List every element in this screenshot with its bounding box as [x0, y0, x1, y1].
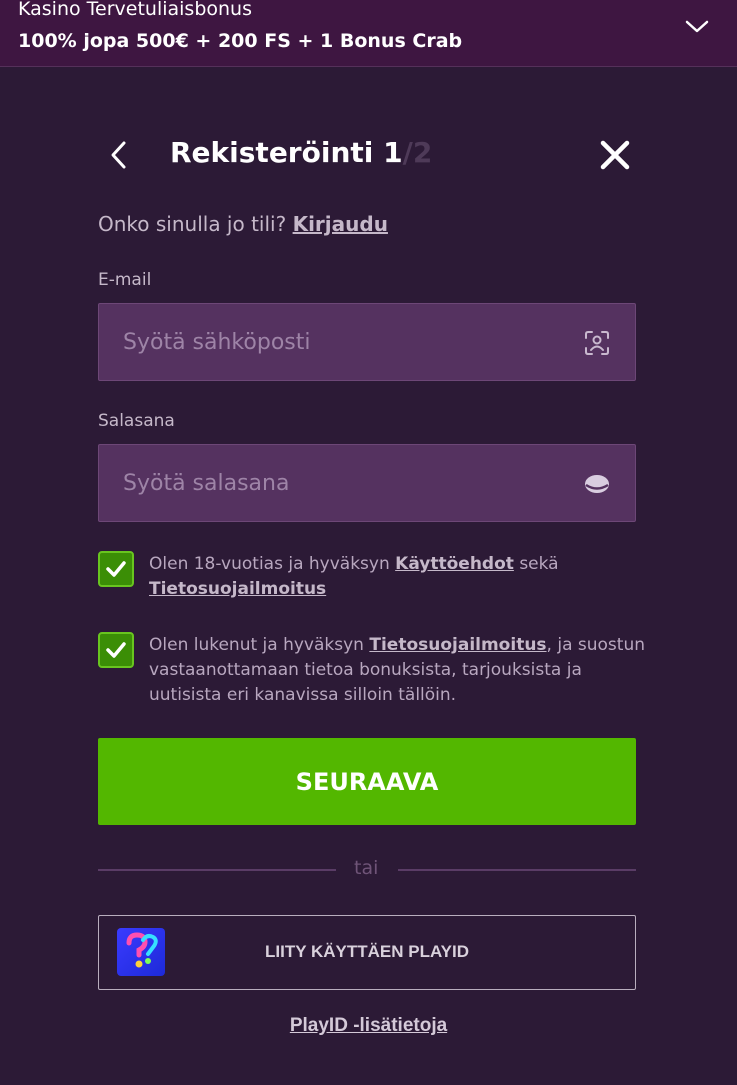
- back-button[interactable]: [104, 138, 134, 172]
- consent1-text-before: Olen 18-vuotias ja hyväksyn: [149, 554, 390, 574]
- next-button[interactable]: SEURAAVA: [98, 738, 636, 825]
- password-field-box[interactable]: [98, 444, 636, 522]
- page-title-text: Rekisteröinti: [170, 136, 374, 169]
- playid-join-button[interactable]: LIITY KÄYTTÄEN PLAYID: [98, 915, 636, 990]
- bonus-title: Kasino Tervetuliaisbonus: [18, 0, 253, 20]
- login-prompt-text: Onko sinulla jo tili?: [98, 212, 287, 236]
- marketing-consent-checkbox[interactable]: [98, 632, 134, 668]
- close-icon: [600, 140, 630, 170]
- checkmark-icon: [106, 642, 126, 658]
- email-label: E-mail: [98, 270, 152, 290]
- password-label: Salasana: [98, 411, 175, 431]
- page-title: Rekisteröinti 1/2: [170, 136, 432, 169]
- divider-line-left: [98, 869, 336, 871]
- age-terms-checkbox[interactable]: [98, 551, 134, 587]
- privacy-notice-link-2[interactable]: Tietosuojailmoitus: [369, 635, 546, 655]
- close-button[interactable]: [598, 138, 632, 172]
- checkmark-icon: [106, 561, 126, 577]
- consent2-text-before: Olen lukenut ja hyväksyn: [149, 635, 364, 655]
- chevron-down-icon[interactable]: [682, 12, 712, 42]
- consent1-text-middle: sekä: [519, 554, 559, 574]
- bonus-offer: 100% jopa 500€ + 200 FS + 1 Bonus Crab: [18, 30, 463, 52]
- playid-info-link[interactable]: PlayID -lisätietoja: [0, 1015, 737, 1037]
- marketing-consent-text: Olen lukenut ja hyväksyn Tietosuojailmoi…: [149, 633, 649, 708]
- face-scan-icon[interactable]: [583, 329, 611, 357]
- email-field-box[interactable]: [98, 303, 636, 381]
- chevron-left-icon: [111, 141, 126, 169]
- email-input[interactable]: [99, 304, 569, 380]
- terms-link[interactable]: Käyttöehdot: [395, 554, 514, 574]
- age-terms-text: Olen 18-vuotias ja hyväksyn Käyttöehdot …: [149, 552, 649, 602]
- step-total: /2: [402, 136, 433, 169]
- login-link[interactable]: Kirjaudu: [293, 212, 388, 236]
- password-input[interactable]: [99, 445, 569, 521]
- login-prompt: Onko sinulla jo tili? Kirjaudu: [98, 212, 388, 236]
- divider-line-right: [398, 869, 636, 871]
- divider-text: tai: [354, 857, 379, 879]
- step-current: 1: [383, 136, 403, 169]
- playid-button-label: LIITY KÄYTTÄEN PLAYID: [264, 942, 470, 961]
- bonus-banner[interactable]: Kasino Tervetuliaisbonus 100% jopa 500€ …: [0, 0, 737, 67]
- privacy-notice-link[interactable]: Tietosuojailmoitus: [149, 579, 326, 599]
- eye-icon[interactable]: [583, 470, 611, 498]
